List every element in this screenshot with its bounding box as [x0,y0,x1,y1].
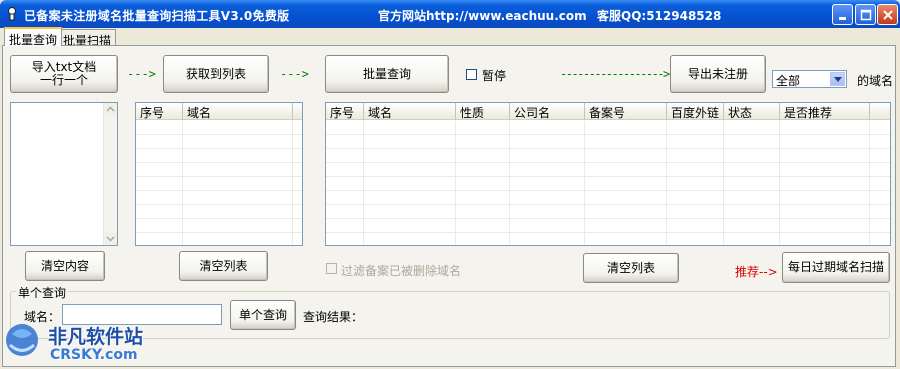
recommend-label: 推荐--> [735,265,778,279]
maximize-icon [860,9,872,21]
grid-line [292,121,293,245]
grid-line [723,121,724,245]
column-header-status[interactable]: 状态 [724,103,780,120]
daily-expired-scan-button[interactable]: 每日过期域名扫描 [782,252,890,283]
window-title: 已备案未注册域名批量查询扫描工具V3.0免费版 [24,9,290,23]
fetch-to-list-button[interactable]: 获取到列表 [163,55,269,93]
domain-suffix-label: 的域名 [857,74,894,88]
result-list-grid [326,121,890,245]
import-textarea[interactable] [10,102,118,246]
grid-line [666,121,667,245]
grid-line [363,121,364,245]
import-txt-button[interactable]: 导入txt文档 一行一个 [10,55,118,93]
column-header-icp-number[interactable]: 备案号 [585,103,667,120]
scroll-up-button[interactable] [104,103,117,116]
crsky-watermark: 非凡软件站 CRSKY.com [0,312,150,369]
result-list[interactable]: 序号 域名 性质 公司名 备案号 百度外链 状态 是否推荐 [325,102,891,246]
grid-line [182,121,183,245]
clear-list-right-button[interactable]: 清空列表 [583,253,679,283]
column-header-recommended[interactable]: 是否推荐 [780,103,870,120]
close-icon [883,10,893,20]
filter-dropdown-button[interactable] [830,72,845,86]
textarea-scrollbar[interactable] [103,103,117,245]
maximize-button[interactable] [855,4,876,25]
clear-list-left-button[interactable]: 清空列表 [179,251,268,281]
domain-list-grid [136,121,302,245]
filter-deleted-checkbox[interactable] [326,263,337,274]
single-query-title: 单个查询 [16,284,69,301]
domain-list-header: 序号 域名 [136,103,302,120]
filter-deleted-label: 过滤备案已被删除域名 [341,264,462,278]
grid-line [779,121,780,245]
pause-checkbox[interactable] [466,69,477,80]
scroll-down-icon [106,236,115,242]
app-icon [8,7,16,21]
grid-line [509,121,510,245]
column-header-nature[interactable]: 性质 [456,103,510,120]
batch-query-button[interactable]: 批量查询 [325,55,449,93]
column-header-domain[interactable]: 域名 [183,103,293,120]
tab-batch-scan[interactable]: 批量扫描 [58,29,117,48]
clear-content-button[interactable]: 清空内容 [25,251,105,281]
arrow-to-fetch: ---> [127,67,156,81]
arrow-to-export: ------------------> [560,67,670,81]
export-unregistered-button[interactable]: 导出未注册 [670,55,766,93]
scroll-down-button[interactable] [104,232,117,245]
grid-line [455,121,456,245]
official-site-text: 官方网站http://www.eachuu.com [378,9,587,23]
minimize-icon [839,17,846,20]
close-button[interactable] [877,4,898,25]
title-bar[interactable]: 已备案未注册域名批量查询扫描工具V3.0免费版 官方网站http://www.e… [0,0,900,28]
watermark-cn-text: 非凡软件站 [48,326,144,348]
column-header-company[interactable]: 公司名 [510,103,585,120]
chevron-down-icon [834,77,842,82]
column-header-baidu-links[interactable]: 百度外链 [667,103,724,120]
import-txt-sublabel: 一行一个 [39,73,88,87]
filter-select[interactable]: 全部 [772,70,847,88]
result-list-header: 序号 域名 性质 公司名 备案号 百度外链 状态 是否推荐 [326,103,890,120]
column-header-domain[interactable]: 域名 [364,103,456,120]
domain-list[interactable]: 序号 域名 [135,102,303,246]
support-qq-text: 客服QQ:512948528 [597,9,722,23]
pause-label: 暂停 [482,69,507,83]
scroll-up-icon [106,106,115,112]
filter-select-value: 全部 [776,74,801,88]
single-query-button[interactable]: 单个查询 [230,300,296,330]
query-result-label: 查询结果： [303,310,364,324]
arrow-to-query: ---> [280,67,309,81]
column-header-index[interactable]: 序号 [326,103,364,120]
grid-line [584,121,585,245]
column-header-index[interactable]: 序号 [136,103,183,120]
watermark-en-text: CRSKY.com [50,347,138,363]
grid-line [869,121,870,245]
tab-batch-query[interactable]: 批量查询 [4,27,63,47]
minimize-button[interactable] [832,4,853,25]
